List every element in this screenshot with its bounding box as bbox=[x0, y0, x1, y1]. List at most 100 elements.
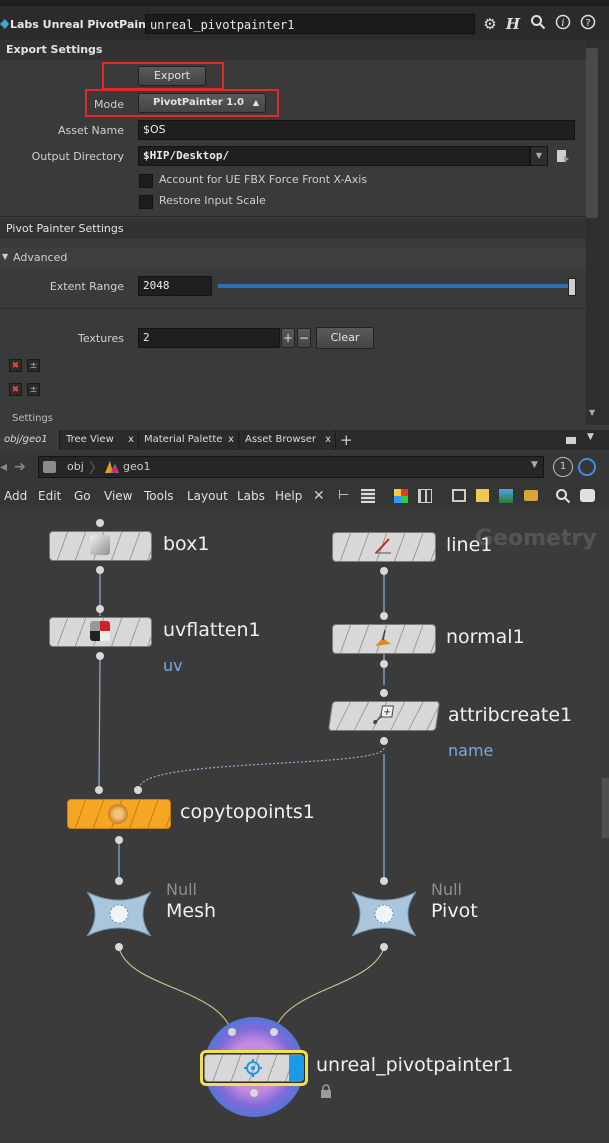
extent-range-slider-track[interactable] bbox=[218, 284, 574, 288]
scrollbar-thumb[interactable] bbox=[586, 48, 598, 218]
clear-button[interactable]: Clear bbox=[316, 327, 374, 349]
menu-add[interactable]: Add bbox=[4, 489, 27, 503]
gear-icon[interactable]: ⚙ bbox=[480, 14, 500, 34]
input-connector[interactable] bbox=[96, 519, 104, 527]
path-dropdown-icon[interactable]: ▼ bbox=[531, 460, 538, 470]
link-icon[interactable] bbox=[578, 458, 596, 476]
copytopoints1-node[interactable] bbox=[67, 799, 171, 829]
tab-material-palette[interactable]: Material Palette x bbox=[140, 430, 239, 450]
image-icon[interactable] bbox=[499, 489, 513, 503]
input-connector[interactable] bbox=[115, 877, 123, 885]
export-settings-header[interactable]: Export Settings bbox=[0, 40, 586, 60]
tab-tree-view[interactable]: Tree View x bbox=[62, 430, 139, 450]
remove-instance-icon[interactable]: ✖ bbox=[9, 383, 22, 396]
path-field[interactable]: obj 〉 geo1 ▼ bbox=[38, 456, 544, 478]
add-texture-button[interactable]: + bbox=[281, 328, 295, 348]
add-tab-icon[interactable]: + bbox=[340, 430, 353, 450]
display-flag[interactable] bbox=[289, 1055, 303, 1081]
insert-instance-icon[interactable]: ± bbox=[27, 359, 40, 372]
output-dir-dropdown-icon[interactable]: ▼ bbox=[530, 146, 548, 166]
export-button[interactable]: Export bbox=[138, 66, 206, 86]
tab-network[interactable]: obj/geo1 bbox=[0, 430, 60, 450]
tab-asset-browser[interactable]: Asset Browser x bbox=[241, 430, 336, 450]
lock-icon[interactable] bbox=[320, 1084, 332, 1098]
close-icon[interactable]: x bbox=[325, 430, 331, 450]
network-editor[interactable]: Geometry box1 uvflatten1 uv line1 normal… bbox=[0, 508, 609, 1143]
input-connector[interactable] bbox=[95, 786, 103, 794]
input-connector[interactable] bbox=[270, 1028, 278, 1036]
extent-range-field[interactable]: 2048 bbox=[138, 276, 212, 296]
mode-select[interactable]: PivotPainter 1.0 ▲ bbox=[138, 93, 266, 113]
remove-instance-icon[interactable]: ✖ bbox=[9, 359, 22, 372]
input-connector[interactable] bbox=[96, 605, 104, 613]
help-h-icon[interactable]: H bbox=[503, 14, 523, 34]
help-icon[interactable]: ? bbox=[578, 14, 598, 34]
forward-arrow-icon[interactable]: ➔ bbox=[14, 459, 26, 475]
pane-menu-icon[interactable]: ▼ bbox=[587, 432, 594, 442]
node-name-field[interactable]: unreal_pivotpainter1 bbox=[145, 14, 475, 34]
menu-layout[interactable]: Layout bbox=[187, 489, 228, 503]
advanced-folder[interactable]: ▼ Advanced bbox=[0, 248, 586, 268]
toolbox-icon[interactable] bbox=[524, 490, 538, 501]
color-palette-icon[interactable] bbox=[394, 489, 408, 503]
output-connector[interactable] bbox=[380, 567, 388, 575]
pivot-null-node[interactable] bbox=[346, 886, 422, 942]
fbx-front-x-checkbox[interactable] bbox=[139, 174, 153, 188]
input-connector[interactable] bbox=[380, 612, 388, 620]
line1-node[interactable] bbox=[332, 532, 436, 562]
parameter-scrollbar[interactable]: ▼ bbox=[586, 40, 609, 425]
box1-node[interactable] bbox=[49, 531, 152, 561]
path-root[interactable]: obj bbox=[67, 460, 84, 473]
pin-badge[interactable]: 1 bbox=[553, 457, 573, 477]
network-box-icon[interactable] bbox=[452, 489, 466, 502]
output-connector[interactable] bbox=[380, 737, 388, 745]
sticky-note-icon[interactable] bbox=[476, 489, 489, 502]
mesh-null-node[interactable] bbox=[81, 886, 157, 942]
remove-texture-button[interactable]: − bbox=[297, 328, 311, 348]
output-connector[interactable] bbox=[96, 566, 104, 574]
unreal-pivotpainter1-node[interactable] bbox=[204, 1054, 304, 1082]
menu-tools[interactable]: Tools bbox=[144, 489, 174, 503]
normal1-node[interactable] bbox=[332, 624, 436, 654]
output-connector[interactable] bbox=[380, 660, 388, 668]
output-connector[interactable] bbox=[115, 943, 123, 951]
textures-count-field[interactable]: 2 bbox=[138, 328, 280, 348]
output-connector[interactable] bbox=[250, 1089, 258, 1097]
close-icon[interactable]: x bbox=[228, 430, 234, 450]
info-icon[interactable]: i bbox=[553, 14, 573, 34]
tree-layout-icon[interactable]: ⊢ bbox=[338, 488, 349, 503]
search-icon[interactable] bbox=[555, 488, 571, 507]
input-connector[interactable] bbox=[134, 786, 142, 794]
maximize-icon[interactable] bbox=[566, 437, 576, 444]
input-connector[interactable] bbox=[228, 1028, 236, 1036]
scroll-down-icon[interactable]: ▼ bbox=[589, 408, 595, 417]
uvflatten1-node[interactable] bbox=[49, 617, 152, 647]
camera-icon[interactable] bbox=[580, 489, 595, 502]
grid-icon[interactable] bbox=[418, 489, 432, 503]
insert-instance-icon[interactable]: ± bbox=[27, 383, 40, 396]
back-arrow-icon[interactable]: ◂ bbox=[0, 459, 7, 475]
attribcreate1-node[interactable]: + bbox=[327, 701, 441, 731]
input-connector[interactable] bbox=[380, 689, 388, 697]
search-icon[interactable] bbox=[528, 14, 548, 34]
pivot-painter-settings-header[interactable]: Pivot Painter Settings bbox=[0, 219, 586, 239]
asset-name-field[interactable]: $OS bbox=[138, 120, 575, 140]
menu-view[interactable]: View bbox=[104, 489, 132, 503]
file-chooser-icon[interactable] bbox=[556, 148, 570, 164]
menu-edit[interactable]: Edit bbox=[38, 489, 61, 503]
restore-scale-checkbox[interactable] bbox=[139, 195, 153, 209]
close-icon[interactable]: x bbox=[128, 430, 134, 450]
output-connector[interactable] bbox=[115, 836, 123, 844]
menu-labs[interactable]: Labs bbox=[237, 489, 265, 503]
output-connector[interactable] bbox=[380, 943, 388, 951]
input-connector[interactable] bbox=[380, 877, 388, 885]
output-connector[interactable] bbox=[96, 652, 104, 660]
path-current[interactable]: geo1 bbox=[123, 460, 150, 473]
menu-go[interactable]: Go bbox=[74, 489, 91, 503]
menu-help[interactable]: Help bbox=[275, 489, 302, 503]
wrench-icon[interactable]: ✕ bbox=[313, 488, 325, 504]
list-icon[interactable] bbox=[361, 489, 375, 503]
network-scroll-indicator[interactable] bbox=[602, 778, 609, 838]
extent-range-slider-handle[interactable] bbox=[568, 278, 576, 296]
output-directory-field[interactable]: $HIP/Desktop/ bbox=[138, 146, 530, 166]
